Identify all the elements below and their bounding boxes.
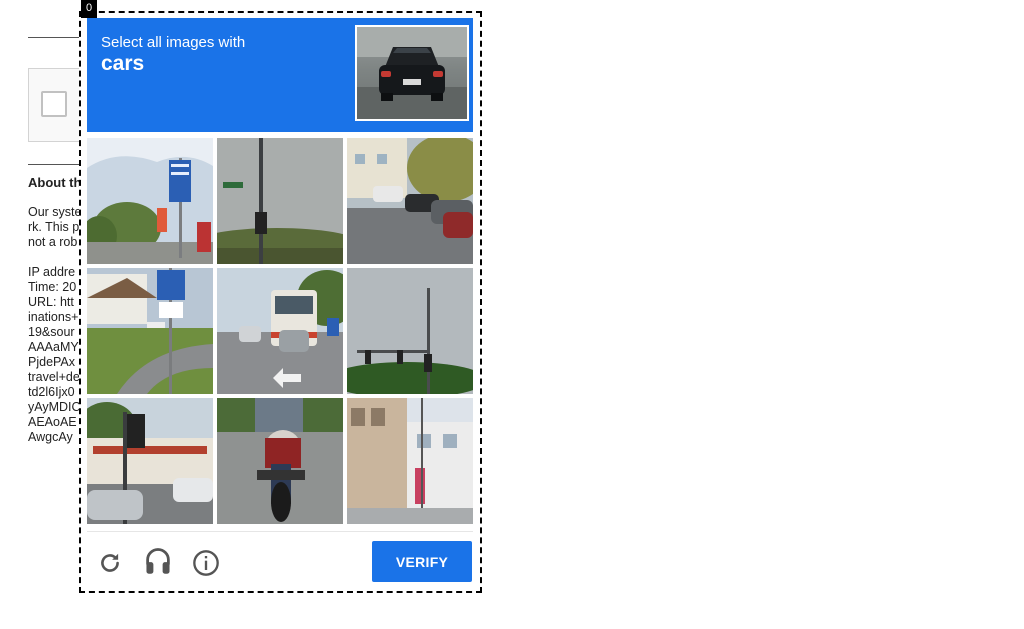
info-line: 19&sour: [28, 325, 75, 339]
image-tile[interactable]: [217, 268, 343, 394]
image-tile[interactable]: [87, 138, 213, 264]
verify-button[interactable]: VERIFY: [372, 541, 472, 582]
headphones-icon[interactable]: [143, 546, 173, 576]
info-line: URL: htt: [28, 295, 74, 309]
image-tile[interactable]: [217, 398, 343, 524]
recaptcha-checkbox[interactable]: [41, 91, 67, 117]
info-line: travel+de: [28, 370, 80, 384]
image-tile[interactable]: [87, 268, 213, 394]
sample-image: [355, 25, 469, 121]
instruction-target: cars: [101, 52, 145, 75]
image-tile[interactable]: [217, 138, 343, 264]
info-line: inations+: [28, 310, 79, 324]
info-line: AAAaMY: [28, 340, 79, 354]
reload-icon[interactable]: [95, 548, 125, 578]
image-tile[interactable]: [347, 138, 473, 264]
paragraph-line: not a rob: [28, 235, 78, 249]
image-tile[interactable]: [347, 268, 473, 394]
popup-index-badge: 0: [81, 0, 97, 18]
image-tile[interactable]: [347, 398, 473, 524]
info-line: td2l6Ijx0: [28, 385, 75, 399]
info-line: IP addre: [28, 265, 76, 279]
instruction-text: Select all images with: [101, 34, 246, 51]
paragraph-line: Our syste: [28, 205, 82, 219]
info-line: AEAoAE: [28, 415, 77, 429]
info-line: yAyMDIC: [28, 400, 81, 414]
footer-divider: [87, 531, 473, 532]
paragraph-line: rk. This p: [28, 220, 80, 234]
about-heading: About th: [28, 175, 82, 190]
info-icon[interactable]: [191, 548, 221, 578]
info-line: Time: 20: [28, 280, 77, 294]
image-tile[interactable]: [87, 398, 213, 524]
info-line: AwgcAy: [28, 430, 73, 444]
info-line: PjdePAx: [28, 355, 76, 369]
